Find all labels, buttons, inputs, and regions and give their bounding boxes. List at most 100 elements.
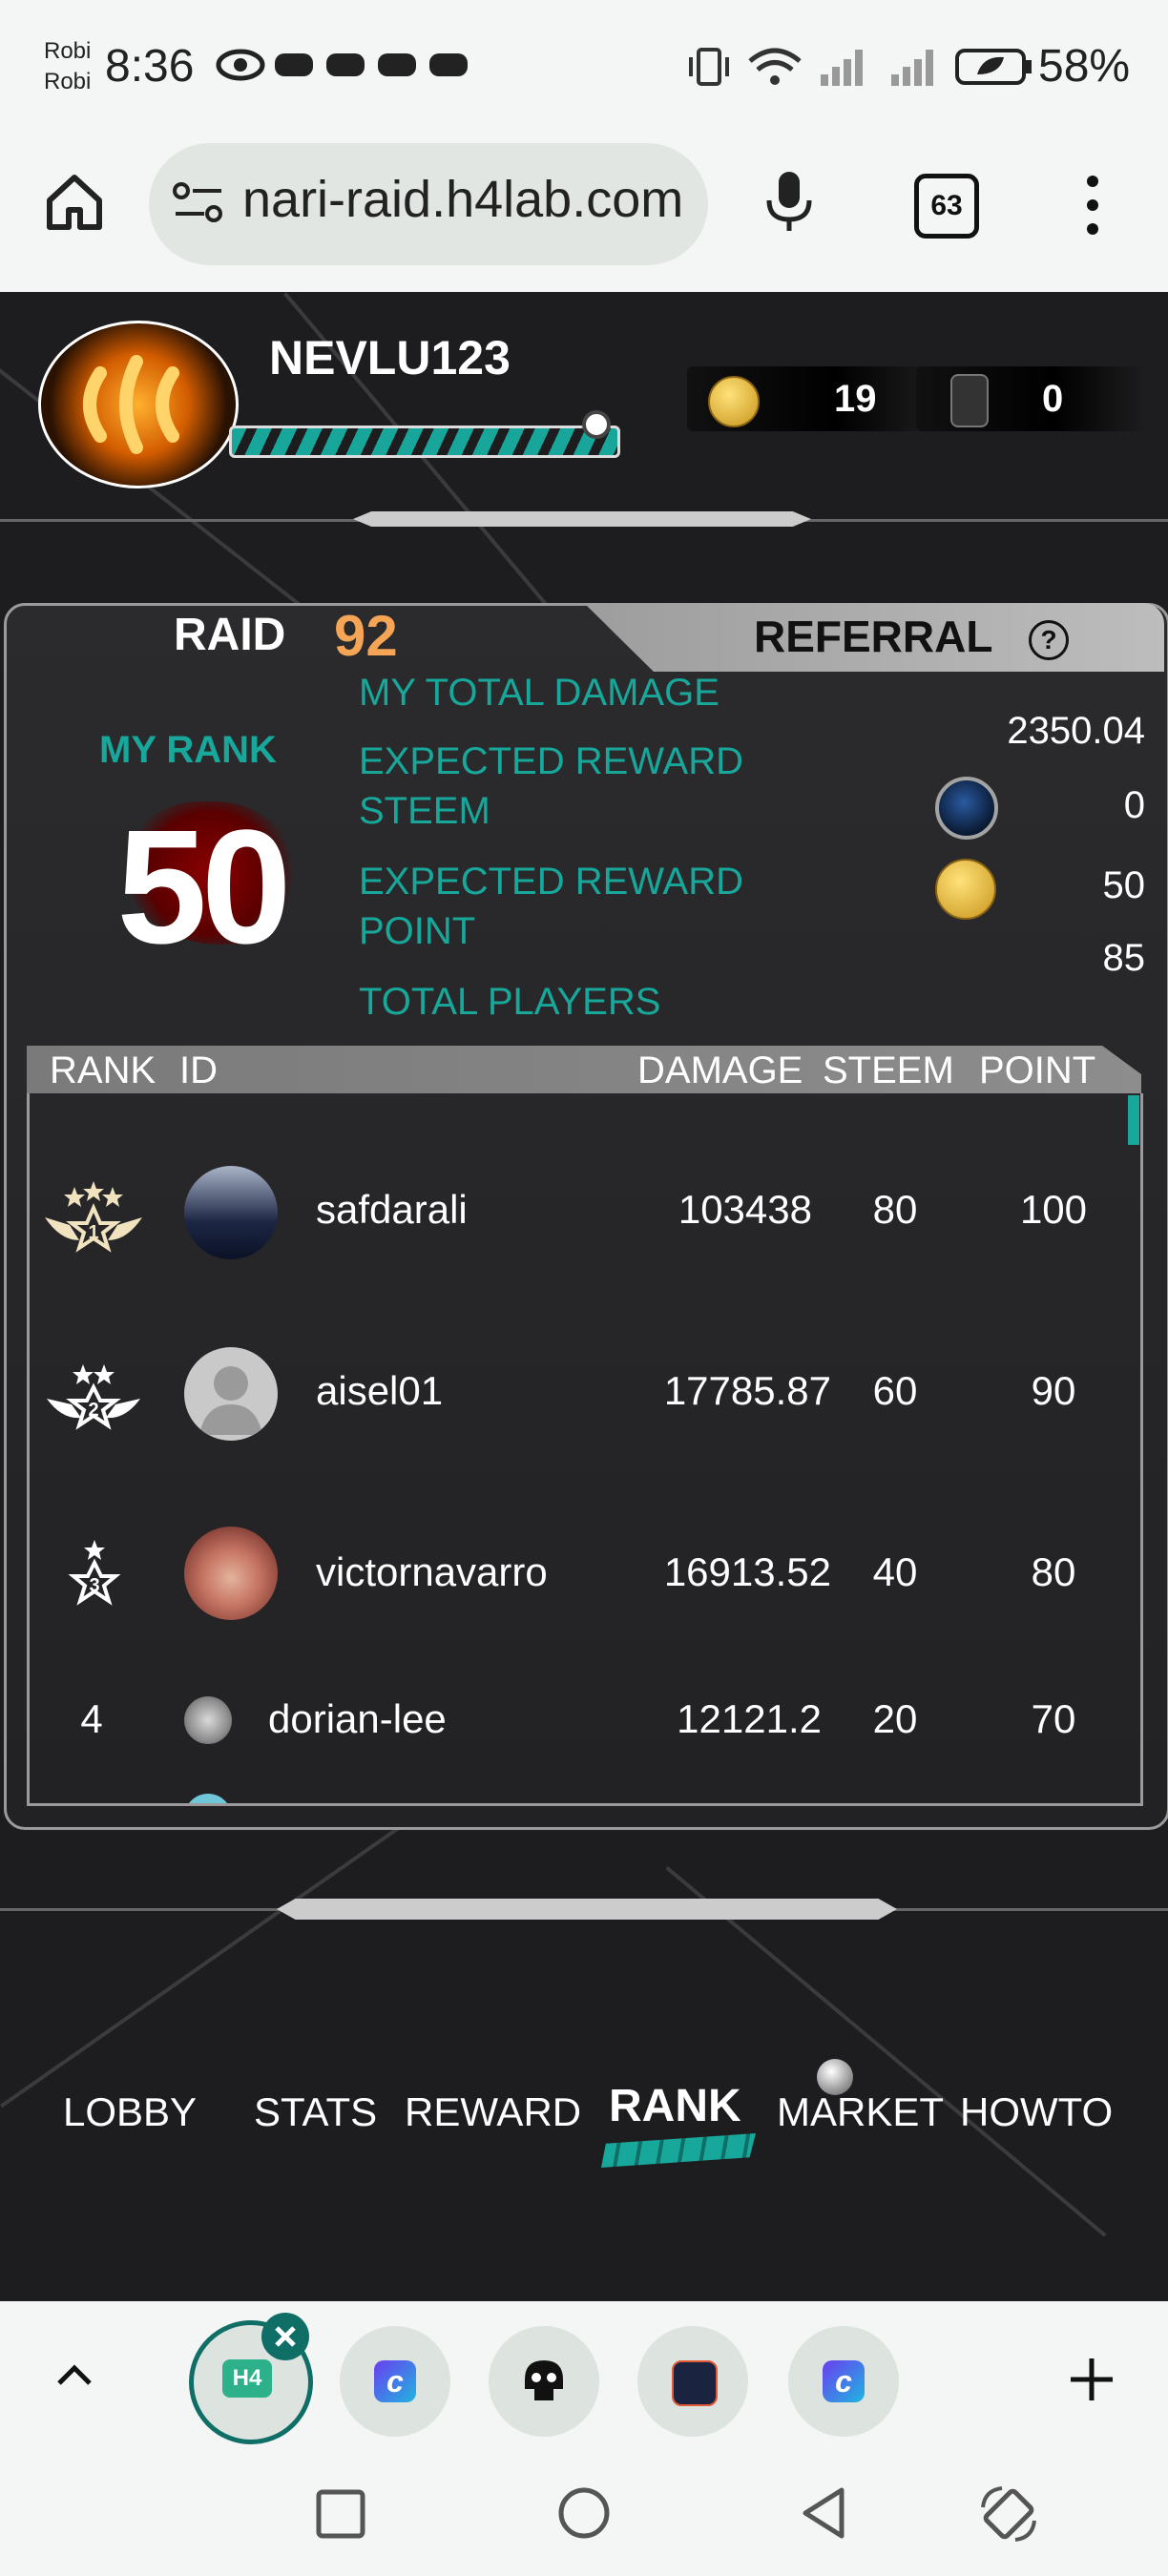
carrier-2: Robi [44, 69, 92, 94]
point-value: 70 [1031, 1696, 1076, 1741]
canva-icon: c [374, 2360, 416, 2402]
steem-value: 20 [872, 1696, 918, 1741]
svg-text:3: 3 [89, 1575, 99, 1596]
expected-reward-steem-value: 0 [1123, 784, 1145, 826]
tab-steem-app[interactable] [637, 2326, 748, 2437]
player-id[interactable]: victornavarro [316, 1549, 548, 1595]
carrier-1: Robi [44, 38, 92, 64]
avatar [184, 1166, 278, 1259]
point-coin-icon [935, 859, 996, 920]
header-steem: STEEM [823, 1049, 954, 1091]
url-text[interactable]: nari-raid.h4lab.com [242, 170, 683, 229]
referral-label[interactable]: REFERRAL [754, 611, 992, 662]
rank-3-badge-icon: 3 [56, 1536, 133, 1612]
player-name: NEVLU123 [269, 331, 511, 384]
rotate-screen-icon[interactable] [975, 2481, 1042, 2552]
expected-reward-point-value: 50 [1102, 864, 1146, 906]
tab-skull[interactable] [489, 2326, 599, 2437]
raid-number: 92 [334, 604, 398, 668]
nav-lobby[interactable]: LOBBY [63, 2089, 197, 2135]
my-total-damage-label: MY TOTAL DAMAGE [359, 672, 720, 714]
point-value: 80 [1031, 1549, 1076, 1594]
nav-market[interactable]: MARKET [777, 2089, 944, 2135]
more-options-icon[interactable] [1078, 174, 1107, 241]
damage-value: 16913.52 [663, 1549, 831, 1594]
player-id[interactable]: dorian-lee [268, 1696, 447, 1742]
raid-label[interactable]: RAID [174, 609, 285, 661]
table-row: 1 safdarali 103438 80 100 [30, 1147, 1140, 1280]
home-icon[interactable] [44, 172, 105, 238]
header-id: ID [179, 1049, 218, 1091]
steem-value: 40 [872, 1549, 918, 1594]
table-row-partial [30, 1794, 1140, 1803]
my-rank-value: 50 [116, 797, 291, 978]
canva-icon: c [823, 2360, 865, 2402]
game-controller-icons [273, 46, 473, 93]
hud-divider-ornament [353, 511, 811, 527]
steem-icon [935, 777, 998, 840]
rank-2-badge-icon: 2 [41, 1357, 146, 1433]
table-row: 4 dorian-lee 12121.2 20 70 [30, 1675, 1140, 1771]
wifi-icon [746, 46, 803, 97]
damage-value: 103438 [678, 1187, 812, 1232]
experience-bar [229, 426, 620, 458]
back-icon[interactable] [800, 2486, 847, 2545]
tab-canva-2[interactable]: c [788, 2326, 899, 2437]
nav-rank[interactable]: RANK [609, 2080, 741, 2132]
help-icon[interactable]: ? [1029, 620, 1069, 660]
avatar [184, 1794, 232, 1803]
nav-reward[interactable]: REWARD [405, 2089, 581, 2135]
rank-1-badge-icon: 1 [41, 1179, 146, 1256]
xp-marker-icon [582, 410, 611, 439]
tab-switcher-button[interactable]: 63 [914, 174, 979, 239]
notification-dot-icon [817, 2059, 853, 2095]
player-avatar[interactable] [38, 321, 239, 488]
steem-value: 80 [872, 1187, 918, 1232]
expected-reward-point-label-line1: EXPECTED REWARD [359, 861, 744, 903]
vibrate-icon [685, 46, 733, 97]
header-point: POINT [979, 1049, 1096, 1091]
footer-divider-ornament [277, 1899, 897, 1920]
header-rank: RANK [50, 1049, 156, 1091]
header-damage: DAMAGE [637, 1049, 803, 1091]
home-circle-icon[interactable] [557, 2486, 611, 2545]
ticket-count: 0 [1042, 378, 1064, 420]
battery-icon [954, 46, 1034, 97]
svg-text:2: 2 [88, 1400, 98, 1421]
table-scrollbar[interactable] [1128, 1095, 1139, 1145]
signal-icon-2 [889, 46, 941, 97]
table-row: 2 aisel01 17785.87 60 90 [30, 1328, 1140, 1462]
status-bar: Robi Robi 8:36 58% [0, 0, 1168, 141]
rank-table-body[interactable]: 1 safdarali 103438 80 100 2 aisel01 1778… [27, 1093, 1143, 1806]
damage-value: 12121.2 [677, 1696, 822, 1741]
nav-stats[interactable]: STATS [254, 2089, 377, 2135]
player-id[interactable]: aisel01 [316, 1368, 443, 1414]
ticket-icon [950, 374, 989, 427]
expected-reward-point-label-line2: POINT [359, 910, 476, 952]
site-settings-icon[interactable] [172, 179, 225, 232]
coin-count: 19 [834, 378, 877, 420]
total-players-value: 85 [1102, 937, 1146, 979]
tab-canva-1[interactable]: c [340, 2326, 450, 2437]
my-total-damage-value: 2350.04 [1007, 710, 1145, 752]
player-id[interactable]: safdarali [316, 1187, 468, 1233]
chevron-up-icon[interactable] [53, 2360, 95, 2394]
expected-reward-steem-label-line1: EXPECTED REWARD [359, 740, 744, 782]
battery-percent: 58% [1038, 41, 1131, 92]
table-row: 3 victornavarro 16913.52 40 80 [30, 1509, 1140, 1643]
signal-icon-1 [819, 46, 870, 97]
my-rank-label: MY RANK [99, 729, 277, 771]
avatar [184, 1347, 278, 1441]
recents-icon[interactable] [315, 2488, 366, 2545]
close-tab-icon[interactable] [261, 2313, 309, 2360]
tab-favicon: H4 [222, 2359, 272, 2398]
rank-number: 4 [80, 1696, 103, 1741]
clock: 8:36 [105, 41, 195, 92]
microphone-icon[interactable] [760, 168, 819, 239]
nav-howto[interactable]: HOWTO [960, 2089, 1113, 2135]
expected-reward-steem-label-line2: STEEM [359, 790, 490, 832]
total-players-label: TOTAL PLAYERS [359, 981, 661, 1023]
point-value: 100 [1019, 1187, 1088, 1232]
coin-icon [708, 376, 760, 427]
new-tab-plus-icon[interactable] [1067, 2355, 1116, 2409]
